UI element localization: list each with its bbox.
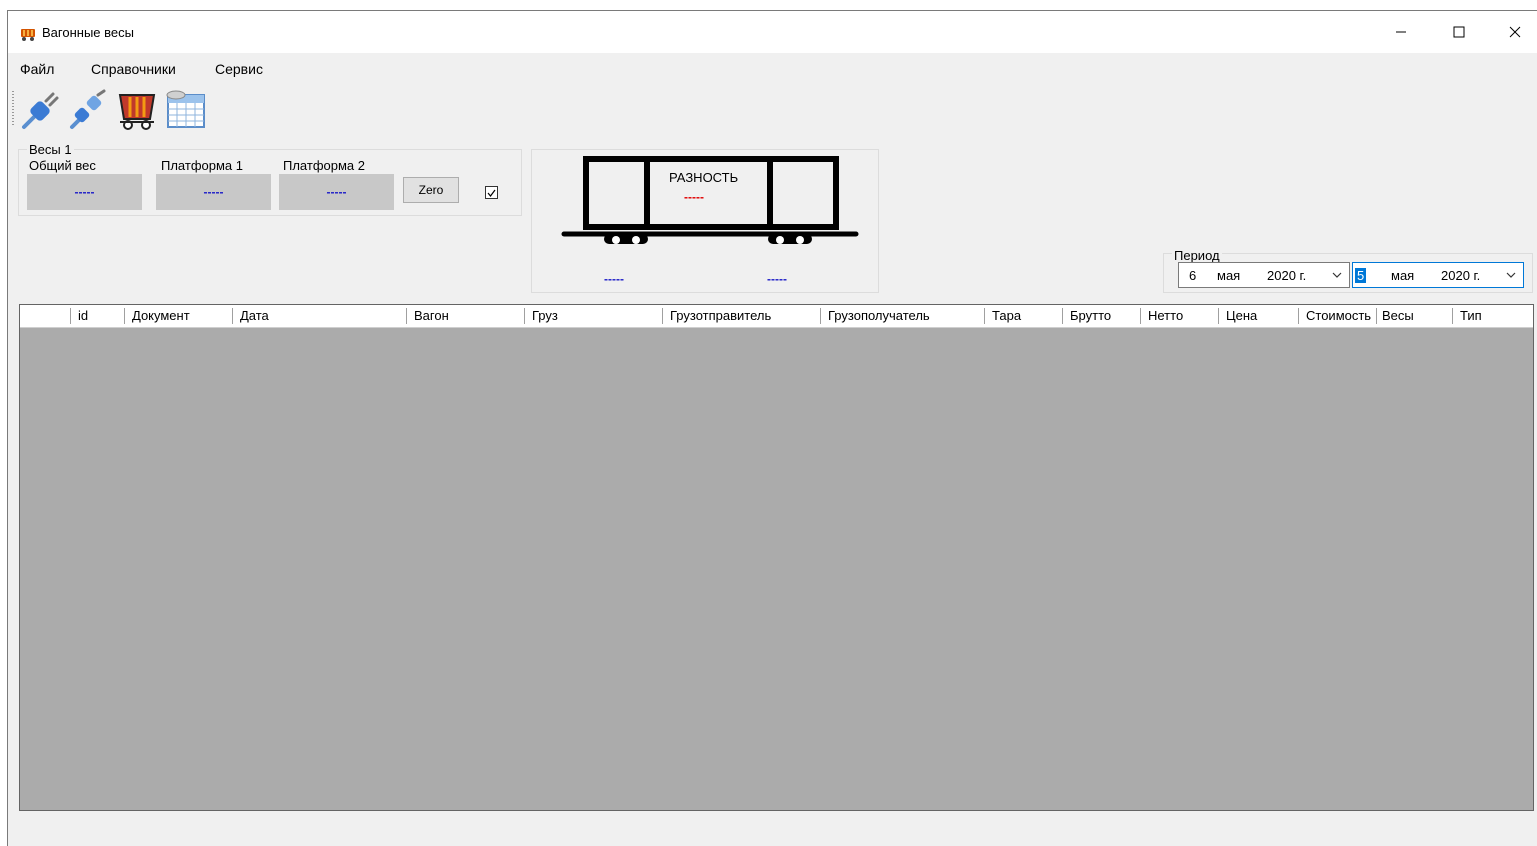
- disconnect-plug-icon[interactable]: [68, 89, 110, 131]
- column-price[interactable]: Цена: [1220, 305, 1298, 327]
- close-button[interactable]: [1492, 11, 1537, 53]
- platform1-weight-display: -----: [156, 174, 271, 210]
- date-from-month: мая: [1217, 268, 1241, 283]
- column-shipper[interactable]: Грузотправитель: [664, 305, 820, 327]
- column-cost[interactable]: Стоимость: [1300, 305, 1376, 327]
- date-from-year: 2020 г.: [1267, 268, 1307, 283]
- left-platform-value: -----: [604, 272, 624, 286]
- platform2-weight-display: -----: [279, 174, 394, 210]
- minimize-icon: [1396, 31, 1406, 33]
- column-scales[interactable]: Весы: [1376, 305, 1452, 327]
- date-from-picker[interactable]: 6 мая 2020 г.: [1178, 262, 1350, 288]
- menu-bar: Файл Справочники Сервис: [8, 53, 1537, 83]
- column-document[interactable]: Документ: [126, 305, 232, 327]
- records-grid[interactable]: id Документ Дата Вагон Груз Грузотправит…: [19, 304, 1534, 811]
- window-title: Вагонные весы: [42, 25, 134, 40]
- table-icon[interactable]: [164, 89, 206, 131]
- column-gross[interactable]: Брутто: [1064, 305, 1140, 327]
- maximize-icon: [1453, 26, 1465, 38]
- date-to-picker[interactable]: 5 мая 2020 г.: [1352, 262, 1524, 288]
- scale-group-title: Весы 1: [27, 142, 74, 157]
- difference-value: -----: [684, 190, 704, 204]
- date-to-year: 2020 г.: [1441, 268, 1481, 283]
- maximize-button[interactable]: [1436, 11, 1482, 53]
- column-date[interactable]: Дата: [234, 305, 406, 327]
- minimize-button[interactable]: [1378, 11, 1424, 53]
- wagon-cart-icon[interactable]: [116, 89, 158, 131]
- menu-file[interactable]: Файл: [20, 61, 54, 77]
- connect-plug-icon[interactable]: [20, 89, 62, 131]
- total-weight-display: -----: [27, 174, 142, 210]
- column-id[interactable]: id: [72, 305, 124, 327]
- platform2-label: Платформа 2: [283, 158, 365, 173]
- wagon-diagram-icon: [561, 156, 859, 244]
- grid-header: id Документ Дата Вагон Груз Грузотправит…: [20, 305, 1533, 328]
- toolbar: [8, 85, 1537, 133]
- date-to-month: мая: [1391, 268, 1415, 283]
- wagon-app-icon: [21, 29, 35, 41]
- chevron-down-icon: [1332, 272, 1342, 278]
- total-weight-label: Общий вес: [29, 158, 96, 173]
- zero-button[interactable]: Zero: [403, 177, 459, 203]
- checkmark-icon: [487, 189, 496, 197]
- right-platform-value: -----: [767, 272, 787, 286]
- chevron-down-icon: [1506, 272, 1516, 278]
- scale-groupbox: Весы 1 Общий вес Платформа 1 Платформа 2…: [18, 143, 522, 216]
- date-from-day: 6: [1189, 268, 1197, 283]
- wagon-panel: РАЗНОСТЬ ----- ----- -----: [531, 149, 879, 293]
- column-consignee[interactable]: Грузополучатель: [822, 305, 984, 327]
- column-cargo[interactable]: Груз: [526, 305, 662, 327]
- period-label: Период: [1172, 248, 1222, 263]
- toolbar-grip: [12, 91, 14, 125]
- row-header-column: [20, 305, 70, 327]
- scale-checkbox[interactable]: [485, 186, 498, 199]
- close-icon: [1509, 26, 1521, 38]
- column-wagon[interactable]: Вагон: [408, 305, 524, 327]
- column-net[interactable]: Нетто: [1142, 305, 1218, 327]
- column-type[interactable]: Тип: [1454, 305, 1532, 327]
- title-bar: Вагонные весы: [8, 11, 1537, 53]
- main-window: Вагонные весы Файл Справочники Сервис Ве…: [7, 10, 1537, 846]
- platform1-label: Платформа 1: [161, 158, 243, 173]
- menu-references[interactable]: Справочники: [91, 61, 176, 77]
- difference-label: РАЗНОСТЬ: [669, 170, 739, 185]
- column-tare[interactable]: Тара: [986, 305, 1062, 327]
- date-to-day: 5: [1355, 268, 1367, 283]
- menu-service[interactable]: Сервис: [215, 61, 263, 77]
